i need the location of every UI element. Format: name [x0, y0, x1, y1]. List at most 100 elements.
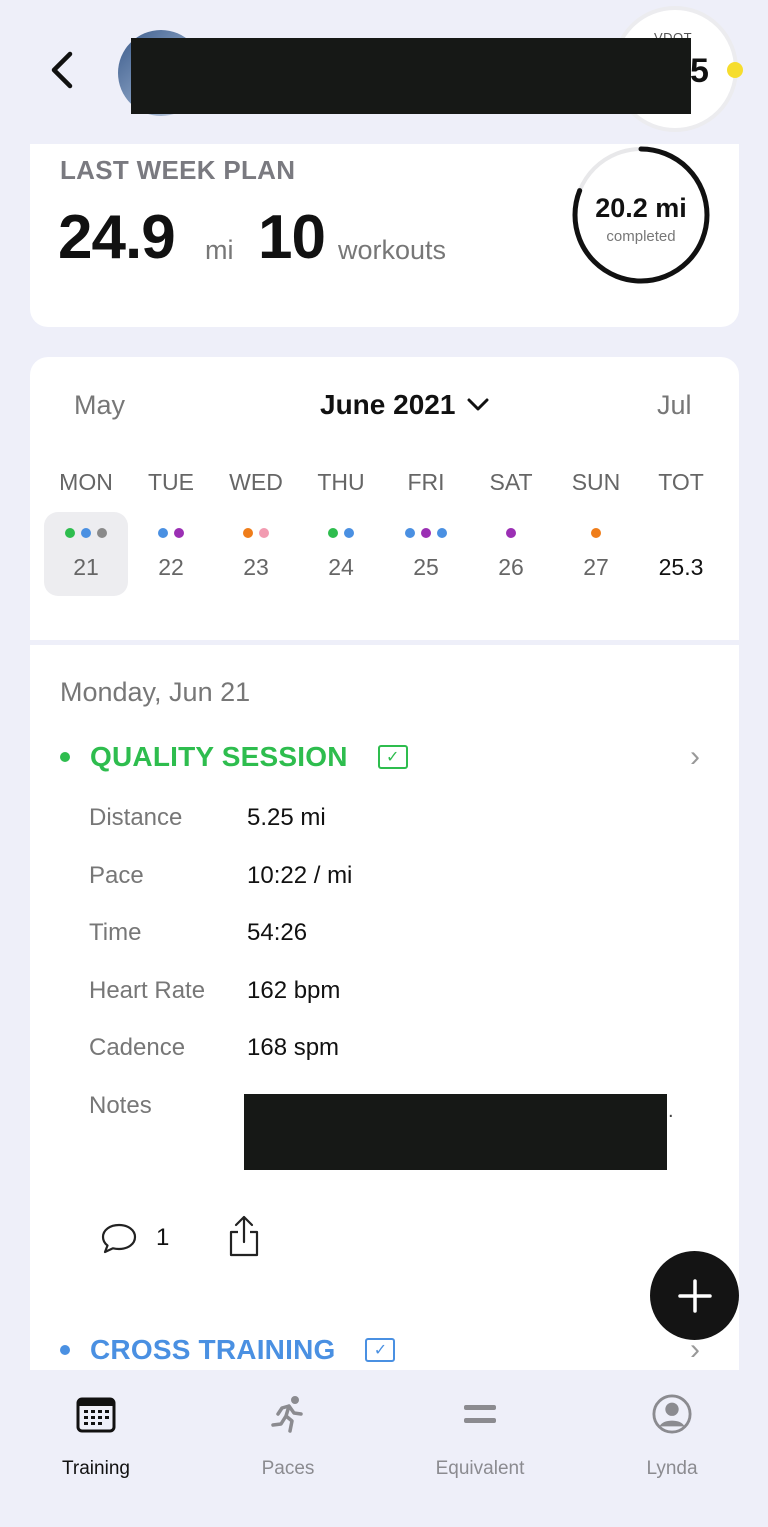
workout-dot — [405, 528, 415, 538]
calendar-day[interactable]: 22 — [129, 512, 213, 596]
stat-value-pace: 10:22 / mi — [247, 862, 353, 889]
comment-count: 1 — [156, 1224, 170, 1251]
plan-title: LAST WEEK PLAN — [60, 155, 296, 185]
day-number: 24 — [328, 554, 354, 580]
workout-dot — [591, 528, 601, 538]
redacted-vdot-overlay — [612, 38, 691, 114]
completed-value: 20.2 mi — [595, 193, 687, 223]
workout-dots — [44, 528, 128, 538]
tab-label: Lynda — [646, 1458, 698, 1479]
session-row-quality[interactable]: QUALITY SESSION ✓ › — [60, 735, 710, 779]
prev-month-button[interactable]: May — [74, 390, 125, 421]
weekday-tue: TUE — [148, 469, 194, 495]
tab-training[interactable]: Training — [31, 1390, 161, 1490]
calendar-icon — [76, 1394, 116, 1434]
stat-value-time: 54:26 — [247, 919, 308, 946]
tab-equivalent[interactable]: Equivalent — [415, 1390, 545, 1490]
workout-dot — [243, 528, 253, 538]
plan-miles-value: 24.9 — [58, 203, 176, 272]
weekday-mon: MON — [59, 469, 113, 495]
runner-icon — [268, 1394, 308, 1434]
checkbox-icon: ✓ — [377, 745, 408, 769]
share-button[interactable] — [225, 1214, 263, 1258]
session-title: QUALITY SESSION — [90, 741, 348, 772]
stat-label-notes: Notes — [89, 1092, 152, 1119]
comments-button[interactable]: 1 — [100, 1216, 190, 1260]
stat-value-cadence: 168 spm — [247, 1034, 340, 1061]
stat-label-time: Time — [89, 919, 142, 946]
day-number: 23 — [243, 554, 269, 580]
workout-dot — [328, 528, 338, 538]
day-number: 22 — [158, 554, 184, 580]
calendar-day[interactable]: 23 — [214, 512, 298, 596]
day-number: 27 — [583, 554, 609, 580]
tab-label: Training — [62, 1458, 130, 1479]
next-month-button[interactable]: Jul — [657, 390, 692, 421]
workout-dots — [299, 528, 383, 538]
session-title: CROSS TRAINING — [90, 1334, 336, 1365]
weekday-thu: THU — [317, 469, 365, 495]
calendar-day[interactable]: 24 — [299, 512, 383, 596]
plan-miles-unit: mi — [205, 235, 234, 265]
workout-dot — [344, 528, 354, 538]
workout-dot — [158, 528, 168, 538]
workout-dot — [421, 528, 431, 538]
session-row-cross-training[interactable]: CROSS TRAINING ✓ › — [60, 1328, 710, 1372]
session-color-dot — [60, 1345, 70, 1355]
chevron-down-icon — [467, 398, 489, 411]
plan-workouts-value: 10 — [258, 203, 326, 272]
redacted-notes — [244, 1094, 667, 1170]
current-month-label: June 2021 — [320, 389, 456, 420]
chevron-right-icon: › — [690, 740, 700, 773]
chevron-left-icon — [51, 51, 73, 89]
comment-icon — [101, 1223, 137, 1254]
add-workout-button[interactable] — [650, 1251, 739, 1340]
workout-dot — [437, 528, 447, 538]
tab-label: Equivalent — [435, 1458, 525, 1479]
plus-icon — [677, 1278, 712, 1313]
profile-icon — [652, 1394, 692, 1434]
vdot-value: 5 — [690, 52, 709, 90]
stat-label-heart-rate: Heart Rate — [89, 977, 206, 1004]
workout-dots — [554, 528, 638, 538]
back-button[interactable] — [40, 48, 84, 92]
weekday-fri: FRI — [407, 469, 445, 495]
workout-dots — [129, 528, 213, 538]
week-total: 25.3 — [658, 554, 704, 580]
workout-dot — [81, 528, 91, 538]
day-number: 26 — [498, 554, 524, 580]
day-number: 21 — [73, 554, 99, 580]
workout-dot — [65, 528, 75, 538]
calendar-day[interactable]: 21 — [44, 512, 128, 596]
vdot-status-dot — [727, 62, 743, 78]
calendar-day[interactable]: 25 — [384, 512, 468, 596]
weekday-total: TOT — [658, 469, 704, 495]
tab-paces[interactable]: Paces — [223, 1390, 353, 1490]
stat-label-distance: Distance — [89, 804, 183, 831]
checkbox-icon: ✓ — [365, 1338, 396, 1362]
workout-dot — [259, 528, 269, 538]
stat-label-cadence: Cadence — [89, 1034, 186, 1061]
session-color-dot — [60, 752, 70, 762]
weekday-sat: SAT — [489, 469, 533, 495]
calendar-day[interactable]: 26 — [469, 512, 553, 596]
calendar-day[interactable]: 27 — [554, 512, 638, 596]
plan-workouts-unit: workouts — [338, 235, 447, 265]
weekday-wed: WED — [229, 469, 283, 495]
tab-label: Paces — [261, 1458, 315, 1479]
share-icon — [229, 1215, 259, 1257]
weekday-sun: SUN — [571, 469, 621, 495]
day-number: 25 — [413, 554, 439, 580]
workout-dots — [384, 528, 468, 538]
stat-label-pace: Pace — [89, 862, 144, 889]
month-selector[interactable]: June 2021 — [320, 389, 489, 421]
workout-dots — [469, 528, 553, 538]
workout-date: Monday, Jun 21 — [60, 677, 251, 707]
stat-value-distance: 5.25 mi — [247, 804, 326, 831]
workout-dots — [214, 528, 298, 538]
stat-value-heart-rate: 162 bpm — [247, 977, 341, 1004]
workout-dot — [174, 528, 184, 538]
completed-label: completed — [606, 228, 676, 245]
redacted-name-bar — [131, 38, 691, 114]
tab-profile[interactable]: Lynda — [607, 1390, 737, 1490]
